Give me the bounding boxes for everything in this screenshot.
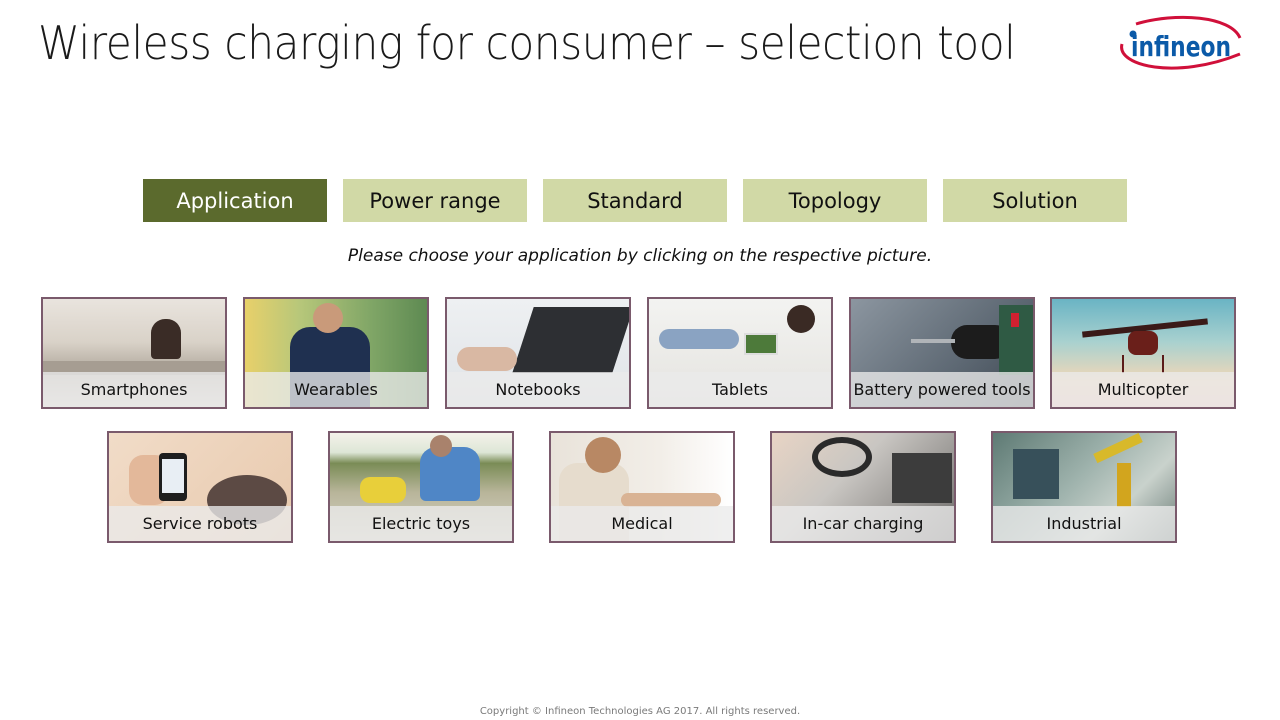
tile-label: Multicopter — [1052, 372, 1234, 407]
application-tile-battery-powered-tools[interactable]: Battery powered tools — [849, 297, 1035, 409]
page-title: Wireless charging for consumer – selecti… — [38, 16, 1016, 70]
copyright-footer: Copyright © Infineon Technologies AG 201… — [479, 706, 801, 717]
tab-standard[interactable]: Standard — [543, 179, 727, 222]
application-tile-multicopter[interactable]: Multicopter — [1050, 297, 1236, 409]
application-tile-in-car-charging[interactable]: In-car charging — [770, 431, 956, 543]
logo-text: infineon — [1131, 30, 1231, 63]
application-tile-notebooks[interactable]: Notebooks — [445, 297, 631, 409]
step-tabs: Application Power range Standard Topolog… — [143, 179, 1127, 222]
application-tile-service-robots[interactable]: Service robots — [107, 431, 293, 543]
application-tile-wearables[interactable]: Wearables — [243, 297, 429, 409]
tile-label: Electric toys — [330, 506, 512, 541]
application-tile-tablets[interactable]: Tablets — [647, 297, 833, 409]
tile-label: Wearables — [245, 372, 427, 407]
tile-label: Industrial — [993, 506, 1175, 541]
tile-label: Notebooks — [447, 372, 629, 407]
tile-label: In-car charging — [772, 506, 954, 541]
tile-label: Battery powered tools — [851, 372, 1033, 407]
tab-power-range[interactable]: Power range — [343, 179, 527, 222]
tile-label: Tablets — [649, 372, 831, 407]
tab-solution[interactable]: Solution — [943, 179, 1127, 222]
application-tile-smartphones[interactable]: Smartphones — [41, 297, 227, 409]
application-tile-industrial[interactable]: Industrial — [991, 431, 1177, 543]
tile-label: Service robots — [109, 506, 291, 541]
tab-topology[interactable]: Topology — [743, 179, 927, 222]
application-tile-electric-toys[interactable]: Electric toys — [328, 431, 514, 543]
tab-application[interactable]: Application — [143, 179, 327, 222]
tile-label: Smartphones — [43, 372, 225, 407]
application-tile-medical[interactable]: Medical — [549, 431, 735, 543]
instruction-text: Please choose your application by clicki… — [347, 246, 933, 266]
tile-label: Medical — [551, 506, 733, 541]
infineon-logo: infineon — [1116, 14, 1246, 78]
